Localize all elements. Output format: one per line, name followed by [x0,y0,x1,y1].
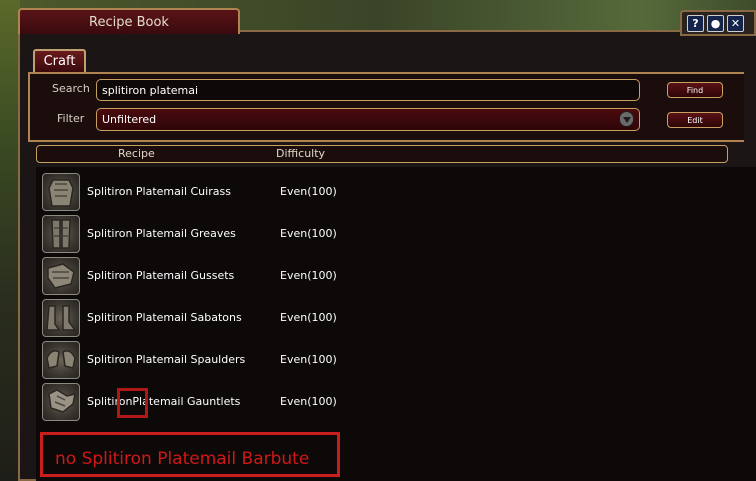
recipe-difficulty: Even(100) [280,395,337,408]
recipe-row[interactable]: Splitiron Platemail Spaulders Even(100) [40,339,740,381]
column-difficulty[interactable]: Difficulty [276,147,325,160]
recipe-difficulty: Even(100) [280,269,337,282]
title-button-group: ? ● ✕ [680,10,756,36]
search-label: Search [52,82,90,95]
highlight-box [117,388,148,418]
filter-label: Filter [57,112,85,125]
recipe-name: SplitironPlatemail Gauntlets [87,395,241,408]
recipe-difficulty: Even(100) [280,227,337,240]
recipe-name: Splitiron Platemail Greaves [87,227,236,240]
spaulders-icon [42,341,80,379]
recipe-difficulty: Even(100) [280,353,337,366]
filter-dropdown[interactable]: Unfiltered [96,108,640,131]
cuirass-icon [42,173,80,211]
window-title-tab[interactable]: Recipe Book [18,8,240,34]
recipe-name: Splitiron Platemail Gussets [87,269,235,282]
tab-craft[interactable]: Craft [33,49,86,72]
window-title: Recipe Book [89,14,169,30]
gussets-icon [42,257,80,295]
column-recipe[interactable]: Recipe [118,147,155,160]
greaves-icon [42,215,80,253]
recipe-row[interactable]: Splitiron Platemail Sabatons Even(100) [40,297,740,339]
sabatons-icon [42,299,80,337]
recipe-row[interactable]: Splitiron Platemail Greaves Even(100) [40,213,740,255]
background-scenery-left [0,0,20,481]
recipe-row[interactable]: Splitiron Platemail Cuirass Even(100) [40,171,740,213]
recipe-name: Splitiron Platemail Sabatons [87,311,242,324]
recipe-difficulty: Even(100) [280,185,337,198]
annotation-box: no Splitiron Platemail Barbute [40,432,340,477]
gauntlets-icon [42,383,80,421]
edit-button[interactable]: Edit [667,112,723,128]
recipe-name: Splitiron Platemail Cuirass [87,185,231,198]
tab-craft-label: Craft [43,54,76,69]
search-input-value: splitiron platemai [102,83,199,97]
help-button[interactable]: ? [687,15,704,32]
recipe-row[interactable]: Splitiron Platemail Gussets Even(100) [40,255,740,297]
find-button[interactable]: Find [667,82,723,98]
close-button[interactable]: ✕ [727,15,744,32]
column-header: Recipe Difficulty [36,145,728,163]
chevron-down-icon[interactable] [619,111,634,127]
recipe-name: Splitiron Platemail Spaulders [87,353,246,366]
annotation-text: no Splitiron Platemail Barbute [55,448,310,469]
search-input[interactable]: splitiron platemai [96,79,640,101]
recipe-difficulty: Even(100) [280,311,337,324]
filter-dropdown-value: Unfiltered [102,113,157,126]
options-button[interactable]: ● [707,15,724,32]
